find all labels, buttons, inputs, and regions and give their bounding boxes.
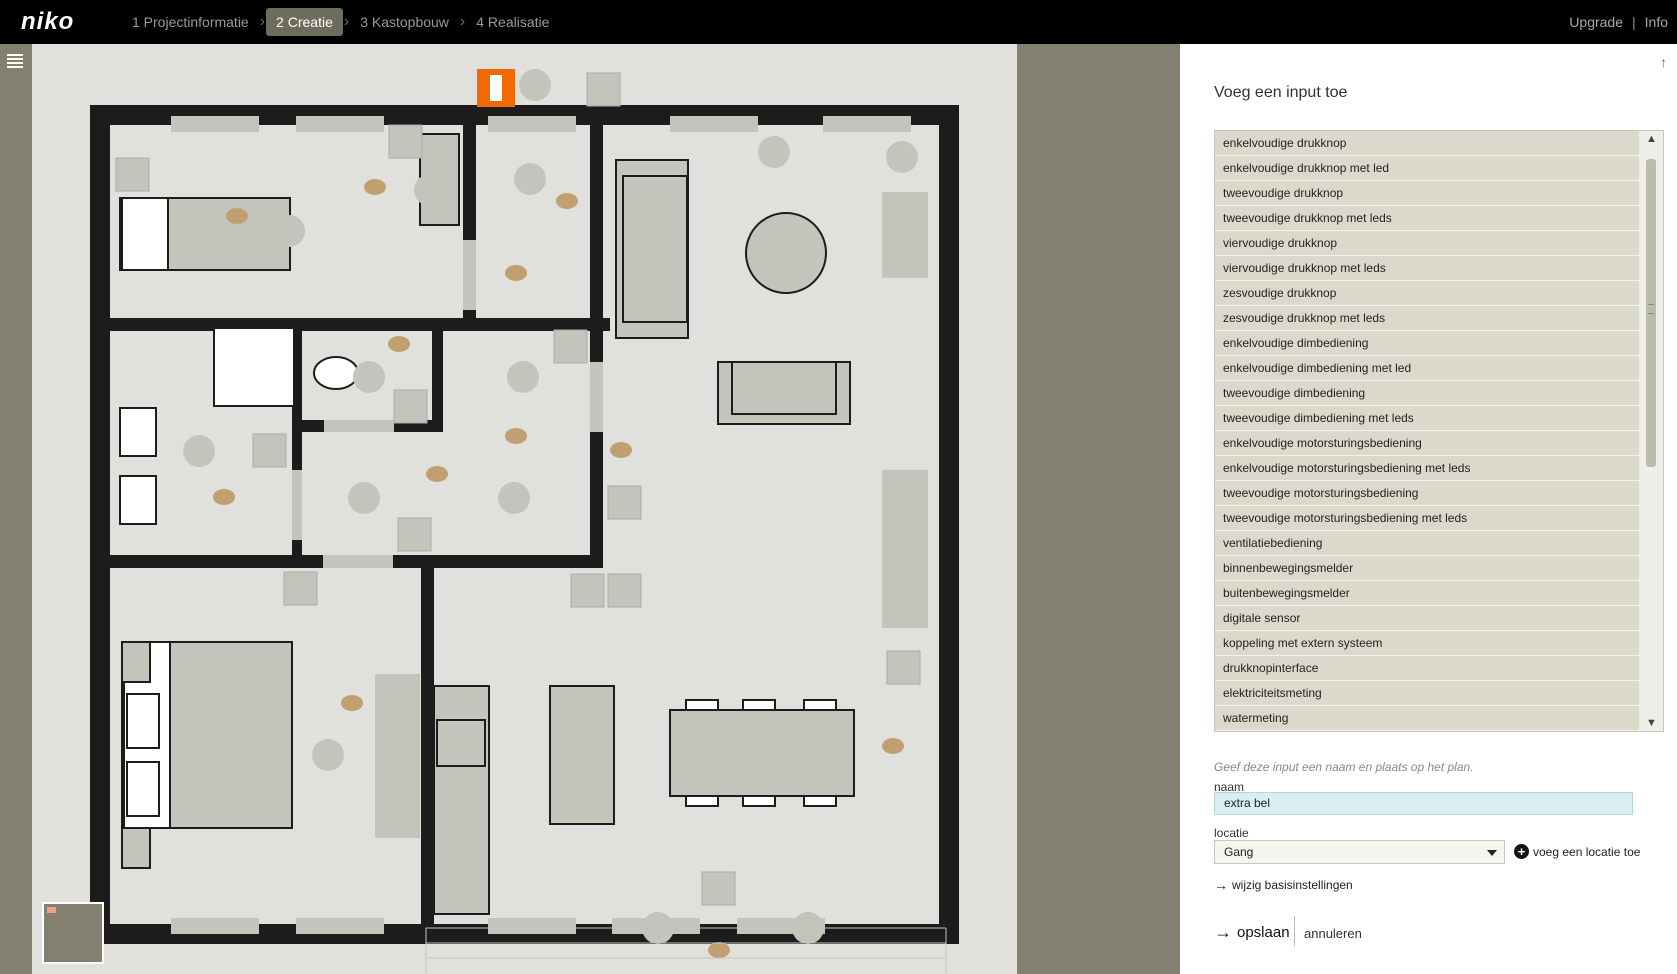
arrow-right-icon: → xyxy=(1214,922,1232,942)
round-table xyxy=(745,212,827,294)
chevron-down-icon xyxy=(1487,850,1497,856)
wall xyxy=(421,562,434,927)
scroll-thumb[interactable] xyxy=(1646,159,1656,467)
wall xyxy=(110,318,610,331)
step-kastopbouw[interactable]: 3 Kastopbouw xyxy=(350,8,459,36)
list-item[interactable]: watermeting xyxy=(1215,706,1639,731)
list-item[interactable]: ventilatiebediening xyxy=(1215,531,1639,556)
input-type-items: enkelvoudige drukknop enkelvoudige drukkn… xyxy=(1215,131,1639,731)
list-item[interactable]: drukknopinterface xyxy=(1215,656,1639,681)
list-item[interactable]: binnenbewegingsmelder xyxy=(1215,556,1639,581)
list-item[interactable]: enkelvoudige drukknop xyxy=(1215,131,1639,156)
list-scrollbar[interactable]: ▲ ▼ xyxy=(1639,131,1663,731)
list-item[interactable]: tweevoudige motorsturingsbediening xyxy=(1215,481,1639,506)
list-item[interactable]: buitenbewegingsmelder xyxy=(1215,581,1639,606)
placement-hint: Geef deze input een naam en plaats op he… xyxy=(1214,760,1474,774)
chevron-right-icon: › xyxy=(343,13,350,30)
add-location-link[interactable]: + voeg een locatie toe xyxy=(1514,844,1640,859)
list-item[interactable]: enkelvoudige dimbediening xyxy=(1215,331,1639,356)
change-settings-label: wijzig basisinstellingen xyxy=(1232,878,1353,892)
minimap-viewport xyxy=(47,907,56,913)
add-location-label: voeg een locatie toe xyxy=(1533,844,1641,859)
location-value: Gang xyxy=(1224,845,1254,859)
selected-device-inner xyxy=(490,75,502,101)
niko-logo[interactable]: niko xyxy=(21,8,74,36)
floor-plan-canvas[interactable] xyxy=(32,44,1017,974)
top-bar: niko 1 Projectinformatie › 2 Creatie › 3… xyxy=(0,0,1677,44)
input-panel: ↑ Voeg een input toe enkelvoudige drukkn… xyxy=(1180,44,1677,974)
location-select[interactable]: Gang xyxy=(1214,840,1505,864)
scroll-down-icon[interactable]: ▼ xyxy=(1646,717,1657,729)
minimap[interactable] xyxy=(42,902,104,964)
floor-plan xyxy=(90,69,959,974)
canvas-margin xyxy=(1017,44,1180,974)
cancel-button[interactable]: annuleren xyxy=(1304,926,1362,941)
list-item[interactable]: tweevoudige drukknop xyxy=(1215,181,1639,206)
list-item[interactable]: digitale sensor xyxy=(1215,606,1639,631)
list-item[interactable]: enkelvoudige motorsturingsbediening met … xyxy=(1215,456,1639,481)
list-item[interactable]: zesvoudige drukknop xyxy=(1215,281,1639,306)
button-divider xyxy=(1294,916,1295,946)
list-item[interactable]: tweevoudige dimbediening met leds xyxy=(1215,406,1639,431)
chevron-right-icon: › xyxy=(459,13,466,30)
input-type-list[interactable]: enkelvoudige drukknop enkelvoudige drukkn… xyxy=(1214,130,1664,732)
save-label: opslaan xyxy=(1237,924,1290,941)
arrow-up-icon[interactable]: ↑ xyxy=(1660,54,1667,70)
wall xyxy=(590,124,603,562)
list-item[interactable]: viervoudige drukknop xyxy=(1215,231,1639,256)
shower xyxy=(213,327,295,407)
top-links: Upgrade | Info xyxy=(1560,0,1677,44)
upgrade-link[interactable]: Upgrade xyxy=(1560,14,1632,30)
lamp-markers xyxy=(213,179,904,958)
list-item[interactable]: enkelvoudige dimbediening met led xyxy=(1215,356,1639,381)
step-projectinformatie[interactable]: 1 Projectinformatie xyxy=(122,8,259,36)
chevron-right-icon: › xyxy=(259,13,266,30)
list-item[interactable]: koppeling met extern systeem xyxy=(1215,631,1639,656)
menu-icon[interactable] xyxy=(7,54,23,72)
left-strip xyxy=(0,44,32,974)
plus-icon: + xyxy=(1514,844,1529,859)
name-field[interactable]: extra bel xyxy=(1214,792,1633,815)
list-item[interactable]: tweevoudige drukknop met leds xyxy=(1215,206,1639,231)
list-item[interactable]: tweevoudige motorsturingsbediening met l… xyxy=(1215,506,1639,531)
panel-title: Voeg een input toe xyxy=(1214,84,1348,101)
step-realisatie[interactable]: 4 Realisatie xyxy=(466,8,559,36)
step-navigation: 1 Projectinformatie › 2 Creatie › 3 Kast… xyxy=(122,0,559,44)
wall xyxy=(432,330,443,432)
list-item[interactable]: viervoudige drukknop met leds xyxy=(1215,256,1639,281)
info-link[interactable]: Info xyxy=(1636,14,1677,30)
location-label: locatie xyxy=(1214,826,1249,840)
scroll-up-icon[interactable]: ▲ xyxy=(1646,133,1657,145)
list-item[interactable]: enkelvoudige motorsturingsbediening xyxy=(1215,431,1639,456)
arrow-right-icon: → xyxy=(1214,877,1228,893)
list-item[interactable]: zesvoudige drukknop met leds xyxy=(1215,306,1639,331)
list-item[interactable]: enkelvoudige drukknop met led xyxy=(1215,156,1639,181)
save-button[interactable]: → opslaan xyxy=(1214,922,1290,943)
step-creatie[interactable]: 2 Creatie xyxy=(266,8,343,36)
list-item[interactable]: tweevoudige dimbediening xyxy=(1215,381,1639,406)
change-settings-link[interactable]: → wijzig basisinstellingen xyxy=(1214,877,1353,893)
list-item[interactable]: elektriciteitsmeting xyxy=(1215,681,1639,706)
